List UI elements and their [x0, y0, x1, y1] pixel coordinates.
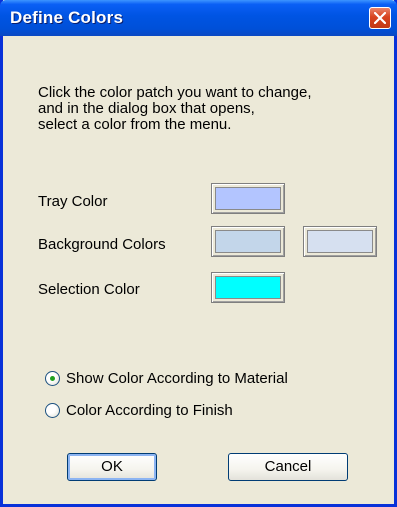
instructions-line-3: select a color from the menu.	[38, 116, 232, 133]
close-x-icon	[374, 12, 386, 24]
background-color-patch-2[interactable]	[303, 226, 377, 257]
show-color-material-label: Show Color According to Material	[66, 369, 288, 387]
ok-button[interactable]: OK	[67, 453, 157, 481]
instructions-text: Click the color patch you want to change…	[38, 85, 388, 133]
close-button[interactable]	[369, 7, 391, 29]
color-finish-label: Color According to Finish	[66, 401, 233, 419]
background-color-swatch-2	[307, 230, 373, 253]
background-color-swatch-1	[215, 230, 281, 253]
selection-color-swatch	[215, 276, 281, 299]
cancel-button[interactable]: Cancel	[228, 453, 348, 481]
define-colors-dialog: Define Colors Click the color patch you …	[0, 0, 397, 507]
tray-color-swatch	[215, 187, 281, 210]
background-colors-label: Background Colors	[38, 236, 166, 253]
radio-selected-dot	[50, 375, 55, 381]
color-finish-radio[interactable]	[45, 402, 60, 418]
instructions-line-2: and in the dialog box that opens,	[38, 100, 255, 117]
tray-color-patch[interactable]	[211, 183, 285, 214]
title-bar[interactable]: Define Colors	[0, 0, 397, 36]
color-finish-option[interactable]: Color According to Finish	[45, 400, 233, 420]
selection-color-label: Selection Color	[38, 281, 140, 298]
instructions-line-1: Click the color patch you want to change…	[38, 84, 312, 101]
show-color-material-radio[interactable]	[45, 370, 60, 386]
tray-color-label: Tray Color	[38, 193, 108, 210]
background-color-patch-1[interactable]	[211, 226, 285, 257]
dialog-title: Define Colors	[10, 8, 124, 27]
selection-color-patch[interactable]	[211, 272, 285, 303]
show-color-material-option[interactable]: Show Color According to Material	[45, 368, 288, 388]
